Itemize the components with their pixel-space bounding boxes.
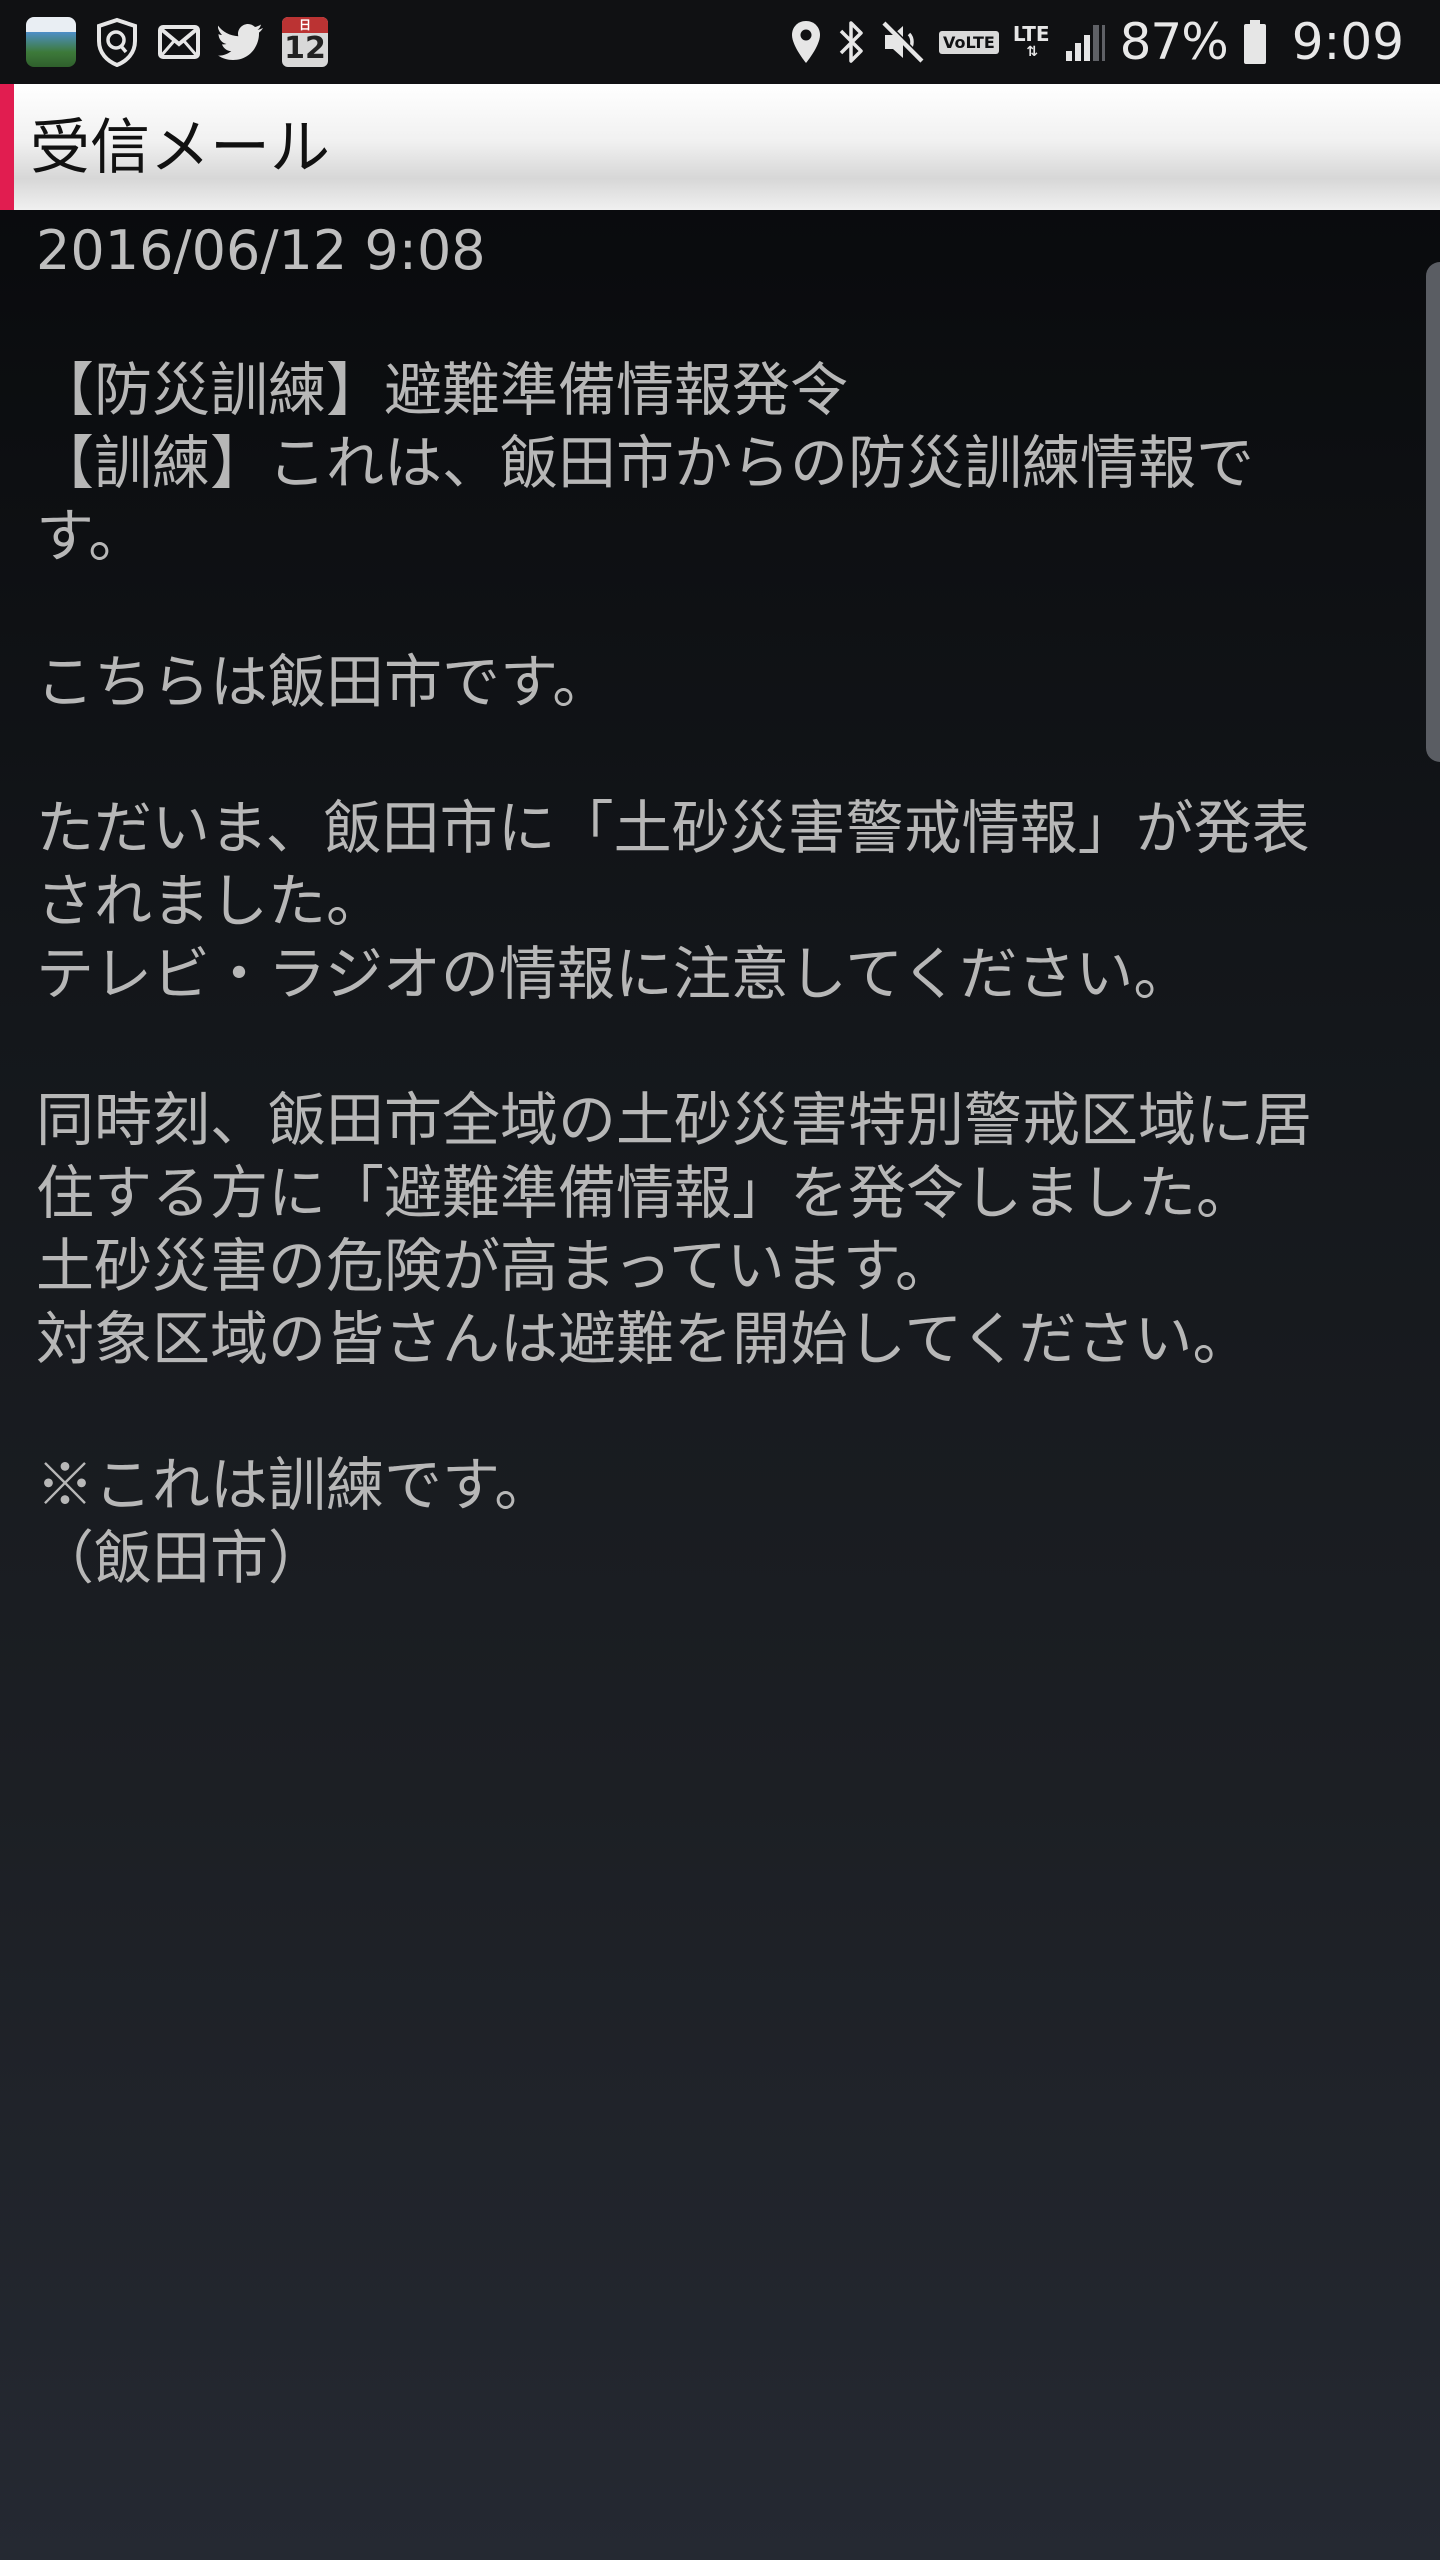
status-bar: 日 12 VoLTE LTE ⇅ 87% 9:09 xyxy=(0,0,1440,84)
header: 受信メール xyxy=(0,84,1440,210)
signal-icon xyxy=(1065,25,1105,61)
calendar-icon: 日 12 xyxy=(282,17,328,67)
volte-icon: VoLTE xyxy=(938,30,999,54)
location-icon xyxy=(791,21,820,63)
lte-arrows-icon: ⇅ xyxy=(1026,44,1038,60)
mail-icon xyxy=(158,25,200,59)
title-accent-bar xyxy=(0,84,14,210)
bluetooth-icon xyxy=(839,21,863,63)
battery-percent: 87% xyxy=(1119,13,1229,71)
lte-icon: LTE ⇅ xyxy=(1013,24,1050,60)
shield-icon xyxy=(97,17,137,67)
system-icons: VoLTE LTE ⇅ 87% 9:09 xyxy=(789,10,1404,74)
calendar-day: 12 xyxy=(284,31,326,66)
twitter-icon xyxy=(218,24,263,60)
mute-icon xyxy=(882,20,925,63)
calendar-label: 日 xyxy=(282,17,328,33)
battery-icon xyxy=(1243,20,1266,64)
app-icon xyxy=(26,17,76,67)
message-date: 2016/06/12 9:08 xyxy=(36,219,486,282)
message-body: 【防災訓練】避難準備情報発令 【訓練】これは、飯田市からの防災訓練情報で す。 … xyxy=(36,356,1313,1592)
page-title: 受信メール xyxy=(30,113,330,183)
notification-icons: 日 12 xyxy=(26,16,328,68)
scrollbar-thumb[interactable] xyxy=(1426,262,1440,762)
status-clock: 9:09 xyxy=(1291,13,1404,71)
lte-label: LTE xyxy=(1012,22,1050,46)
